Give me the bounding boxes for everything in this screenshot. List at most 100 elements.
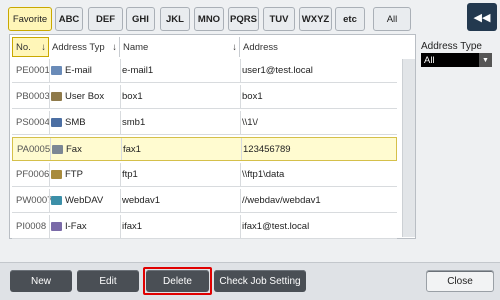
row-name: fax1: [123, 143, 141, 155]
row-address-type: FTP: [51, 163, 83, 186]
row-type-label: SMB: [65, 117, 86, 128]
sort-down-icon: ↓: [41, 41, 46, 53]
row-address-type: WebDAV: [51, 189, 103, 212]
header-address-type[interactable]: Address Typ ↓: [49, 37, 120, 57]
row-number: PS0004: [16, 117, 50, 128]
row-number: PB0003: [16, 91, 50, 102]
sort-down-icon: ↓: [112, 41, 117, 53]
header-name[interactable]: Name ↓: [120, 37, 240, 57]
table-row[interactable]: PI0008 I-Fax ifax1 ifax1@test.local: [12, 215, 397, 239]
column-divider: [241, 138, 242, 160]
webdav-icon: [51, 196, 62, 205]
tab-tuv[interactable]: TUV: [263, 7, 295, 31]
row-address-type: Fax: [52, 138, 82, 160]
column-divider: [49, 85, 50, 108]
header-no[interactable]: No. ↓: [12, 37, 49, 57]
row-name: ftp1: [122, 169, 138, 180]
row-address: \\1\/: [242, 117, 258, 128]
table-row[interactable]: PS0004 SMB smb1 \\1\/: [12, 111, 397, 135]
column-divider: [240, 85, 241, 108]
row-address-type: SMB: [51, 111, 86, 134]
double-chevron-left-icon: ◀◀: [473, 11, 491, 24]
ftp-icon: [51, 170, 62, 179]
chevron-down-icon: ▼: [479, 53, 492, 67]
tab-etc[interactable]: etc: [335, 7, 365, 31]
tab-ghi[interactable]: GHI: [126, 7, 155, 31]
address-type-select[interactable]: All ▼: [421, 53, 492, 67]
row-address-type: E-mail: [51, 59, 92, 82]
column-divider: [50, 138, 51, 160]
column-divider: [49, 111, 50, 134]
delete-highlight-box: [143, 267, 212, 295]
email-icon: [51, 66, 62, 75]
row-number: PE0001: [16, 65, 50, 76]
row-type-label: User Box: [65, 91, 105, 102]
row-type-label: Fax: [66, 143, 82, 155]
column-divider: [120, 111, 121, 134]
row-name: ifax1: [122, 221, 143, 232]
back-button[interactable]: ◀◀: [467, 3, 497, 31]
row-type-label: WebDAV: [65, 195, 104, 206]
column-divider: [49, 189, 50, 212]
table-row[interactable]: PF0006 FTP ftp1 \\ftp1\data: [12, 163, 397, 187]
table-row[interactable]: PE0001 E-mail e-mail1 user1@test.local: [12, 59, 397, 83]
tab-all[interactable]: All: [373, 7, 411, 31]
tab-jkl[interactable]: JKL: [160, 7, 190, 31]
row-name: smb1: [122, 117, 146, 128]
column-divider: [240, 189, 241, 212]
row-address-type: User Box: [51, 85, 104, 108]
header-address[interactable]: Address: [240, 37, 398, 57]
new-button[interactable]: New: [10, 270, 72, 292]
tab-wxyz[interactable]: WXYZ: [299, 7, 332, 31]
row-number: PW0007: [16, 195, 53, 206]
tab-pqrs[interactable]: PQRS: [228, 7, 259, 31]
row-address-type: I-Fax: [51, 215, 87, 238]
tab-abc[interactable]: ABC: [55, 7, 83, 31]
column-divider: [49, 215, 50, 238]
edit-button[interactable]: Edit: [77, 270, 139, 292]
tab-mno[interactable]: MNO: [194, 7, 224, 31]
row-address: ifax1@test.local: [242, 221, 310, 232]
column-divider: [120, 215, 121, 238]
tab-favorite[interactable]: Favorite: [8, 7, 52, 31]
row-name: box1: [122, 91, 143, 102]
row-address: \\ftp1\data: [242, 169, 285, 180]
row-type-label: E-mail: [65, 65, 92, 76]
table-row[interactable]: PA0005 Fax fax1 123456789: [12, 137, 397, 161]
close-button[interactable]: Close: [426, 270, 494, 292]
column-divider: [240, 163, 241, 186]
address-table: No. ↓ Address Typ ↓ Name ↓ Address PE000…: [9, 34, 416, 239]
row-name: webdav1: [122, 195, 161, 206]
column-divider: [120, 85, 121, 108]
row-type-label: I-Fax: [65, 221, 87, 232]
row-address: //webdav/webdav1: [242, 195, 321, 206]
table-row[interactable]: PW0007 WebDAV webdav1 //webdav/webdav1: [12, 189, 397, 213]
column-divider: [120, 189, 121, 212]
row-address: 123456789: [243, 143, 291, 155]
row-name: e-mail1: [122, 65, 154, 76]
table-row[interactable]: PB0003 User Box box1 box1: [12, 85, 397, 109]
table-scrollbar[interactable]: [402, 59, 415, 237]
column-divider: [240, 111, 241, 134]
column-divider: [120, 59, 121, 82]
column-divider: [49, 59, 50, 82]
column-divider: [240, 215, 241, 238]
row-address: user1@test.local: [242, 65, 313, 76]
column-divider: [49, 163, 50, 186]
column-divider: [240, 59, 241, 82]
column-divider: [121, 138, 122, 160]
ifax-icon: [51, 222, 62, 231]
smb-icon: [51, 118, 62, 127]
box-icon: [51, 92, 62, 101]
sort-down-icon: ↓: [232, 41, 237, 53]
row-number: PI0008: [16, 221, 47, 232]
row-type-label: FTP: [65, 169, 83, 180]
tab-def[interactable]: DEF: [88, 7, 123, 31]
row-number: PF0006: [16, 169, 50, 180]
column-divider: [120, 163, 121, 186]
row-address: box1: [242, 91, 263, 102]
check-job-setting-button[interactable]: Check Job Setting: [214, 270, 306, 292]
address-type-label: Address Type: [421, 41, 482, 52]
row-number: PA0005: [17, 143, 51, 155]
fax-icon: [52, 144, 63, 154]
